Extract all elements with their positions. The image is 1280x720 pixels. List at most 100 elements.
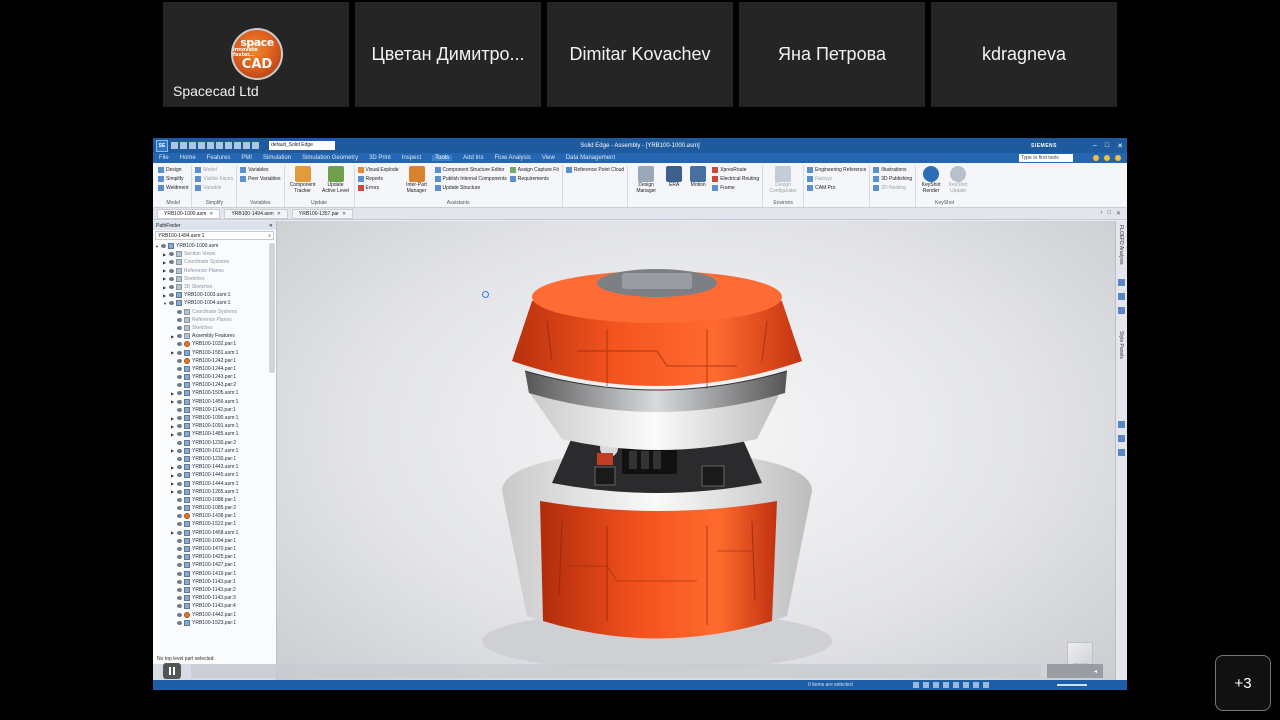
expand-arrow-icon[interactable]: ▶ xyxy=(163,252,167,257)
dock-icon-3[interactable] xyxy=(1118,307,1125,314)
tree-node[interactable]: ▶ YRB100-1505.asm:1 xyxy=(155,389,276,397)
tree-node[interactable]: YRB100-1522.par:1 xyxy=(155,520,276,528)
tree-node[interactable]: YRB100-1143.par:4 xyxy=(155,602,276,610)
expand-arrow-icon[interactable]: ▶ xyxy=(171,399,175,404)
visibility-eye-icon[interactable] xyxy=(177,358,182,363)
era-button[interactable]: ERA xyxy=(664,166,684,199)
expand-arrow-icon[interactable]: ▼ xyxy=(155,244,159,249)
expand-arrow-icon[interactable]: ▶ xyxy=(171,448,175,453)
menu-flow-analysis[interactable]: Flow Analysis xyxy=(495,155,531,161)
tree-node[interactable]: YRB100-1143.par:3 xyxy=(155,594,276,602)
tree-node[interactable]: ▶ YRB100-1265.asm:1 xyxy=(155,488,276,496)
participant-tile-yana[interactable]: Яна Петрова xyxy=(739,2,925,107)
expand-arrow-icon[interactable]: ▶ xyxy=(163,260,167,265)
engineering-reference-button[interactable]: Engineering Reference xyxy=(807,166,866,174)
tree-node[interactable]: YRB100-1244.par:1 xyxy=(155,365,276,373)
minimize-button[interactable]: – xyxy=(1093,142,1097,150)
visibility-eye-icon[interactable] xyxy=(177,489,182,494)
menu-file[interactable]: File xyxy=(159,155,169,161)
tree-node[interactable]: YRB100-1230.par:2 xyxy=(155,439,276,447)
tab-restore-icon[interactable]: □ xyxy=(1107,210,1111,217)
maximize-button[interactable]: □ xyxy=(1105,142,1109,150)
3d-viewport[interactable]: FRONT xyxy=(277,221,1115,690)
seek-bar[interactable] xyxy=(191,664,1041,678)
volume-control[interactable]: ◂ xyxy=(1047,664,1103,678)
errors-button[interactable]: Errors xyxy=(357,184,399,192)
fit-icon[interactable] xyxy=(243,142,250,149)
tree-node[interactable]: Reference Planes xyxy=(155,316,276,324)
2d-nesting-button[interactable]: 2D Nesting xyxy=(873,184,912,192)
assign-capture-fit-button[interactable]: Assign Capture Fit xyxy=(509,166,559,174)
visibility-eye-icon[interactable] xyxy=(169,276,174,281)
design-configurator-button[interactable]: Design Configurator xyxy=(766,166,800,199)
menu-simulation-geometry[interactable]: Simulation Geometry xyxy=(302,155,358,161)
visible-faces-button[interactable]: Visible Faces xyxy=(195,175,233,183)
visibility-eye-icon[interactable] xyxy=(177,391,182,396)
visibility-eye-icon[interactable] xyxy=(177,465,182,470)
peer-variables-button[interactable]: Peer Variables xyxy=(240,175,281,183)
visibility-eye-icon[interactable] xyxy=(177,366,182,371)
visibility-eye-icon[interactable] xyxy=(177,587,182,592)
tree-node[interactable]: ▼ YRB100-1000.asm xyxy=(155,242,276,250)
update-structure-button[interactable]: Update Structure xyxy=(434,184,507,192)
visibility-eye-icon[interactable] xyxy=(177,612,182,617)
expand-arrow-icon[interactable]: ▶ xyxy=(163,276,167,281)
expand-arrow-icon[interactable]: ▶ xyxy=(163,268,167,273)
illustrations-button[interactable]: Illustrations xyxy=(873,166,912,174)
3d-publishing-button[interactable]: 3D Publishing xyxy=(873,175,912,183)
expand-arrow-icon[interactable]: ▶ xyxy=(171,416,175,421)
tree-node[interactable]: ▶ YRB100-1581.asm:1 xyxy=(155,348,276,356)
tree-node[interactable]: ▼ YRB100-1004.asm:1 xyxy=(155,299,276,307)
tree-node[interactable]: YRB100-1094.par:1 xyxy=(155,537,276,545)
pathfinder-search-input[interactable]: YRB100-1494.asm:1 ⌕ xyxy=(155,231,274,240)
menu-view[interactable]: View xyxy=(542,155,555,161)
menu-features[interactable]: Features xyxy=(207,155,231,161)
style-panels-tab[interactable]: Style Panels xyxy=(1118,331,1124,359)
visibility-eye-icon[interactable] xyxy=(177,547,182,552)
dock-icon-1[interactable] xyxy=(1118,279,1125,286)
visibility-eye-icon[interactable] xyxy=(177,448,182,453)
design-manager-button[interactable]: Design Manager xyxy=(631,166,661,199)
lightbulb-icon[interactable] xyxy=(1093,155,1099,161)
doc-tab-yrb100-1000[interactable]: YRB100-1000.asm ✕ xyxy=(157,208,221,219)
visibility-eye-icon[interactable] xyxy=(177,530,182,535)
dock-icon-5[interactable] xyxy=(1118,435,1125,442)
requirements-button[interactable]: Requirements xyxy=(509,175,559,183)
tree-node[interactable]: Coordinate Systems xyxy=(155,308,276,316)
participant-tile-tsvetan[interactable]: Цветан Димитро... xyxy=(355,2,541,107)
expand-arrow-icon[interactable]: ▶ xyxy=(171,473,175,478)
participant-tile-spacecad[interactable]: space innovate faster... CAD Spacecad Lt… xyxy=(163,2,349,107)
reports-button[interactable]: Reports xyxy=(357,175,399,183)
pause-button[interactable] xyxy=(163,663,181,679)
publish-internal-components-button[interactable]: Publish Internal Components xyxy=(434,175,507,183)
expand-arrow-icon[interactable]: ▶ xyxy=(163,285,167,290)
visibility-eye-icon[interactable] xyxy=(169,252,174,257)
tree-node[interactable]: ▶ YRB100-1458.asm:1 xyxy=(155,529,276,537)
zoom-area-icon[interactable] xyxy=(913,682,919,688)
visibility-eye-icon[interactable] xyxy=(177,563,182,568)
visibility-eye-icon[interactable] xyxy=(177,579,182,584)
visibility-eye-icon[interactable] xyxy=(177,399,182,404)
search-icon[interactable]: ⌕ xyxy=(268,232,271,239)
visibility-eye-icon[interactable] xyxy=(161,244,166,249)
visibility-eye-icon[interactable] xyxy=(169,260,174,265)
visibility-eye-icon[interactable] xyxy=(177,416,182,421)
zoom-icon[interactable] xyxy=(923,682,929,688)
tree-node[interactable]: ▶ Coordinate Systems xyxy=(155,258,276,266)
rotate-icon[interactable] xyxy=(252,142,259,149)
save-icon[interactable] xyxy=(189,142,196,149)
tree-node[interactable]: YRB100-1425.par:1 xyxy=(155,553,276,561)
undo-icon[interactable] xyxy=(198,142,205,149)
design-option[interactable]: Design xyxy=(158,166,188,174)
menu-add-ins[interactable]: Add Ins xyxy=(463,155,483,161)
visibility-eye-icon[interactable] xyxy=(177,473,182,478)
keyshot-update-button[interactable]: KeyShot Update xyxy=(946,166,970,199)
visibility-eye-icon[interactable] xyxy=(177,604,182,609)
expand-arrow-icon[interactable]: ▶ xyxy=(171,530,175,535)
keyshot-render-button[interactable]: KeyShot Render xyxy=(919,166,943,199)
expand-arrow-icon[interactable]: ▶ xyxy=(163,293,167,298)
frame-button[interactable]: Frame xyxy=(712,184,759,192)
tree-node[interactable]: ▶ YRB100-1091.asm:1 xyxy=(155,422,276,430)
variables-button[interactable]: Variables xyxy=(240,166,280,174)
visibility-eye-icon[interactable] xyxy=(177,342,182,347)
